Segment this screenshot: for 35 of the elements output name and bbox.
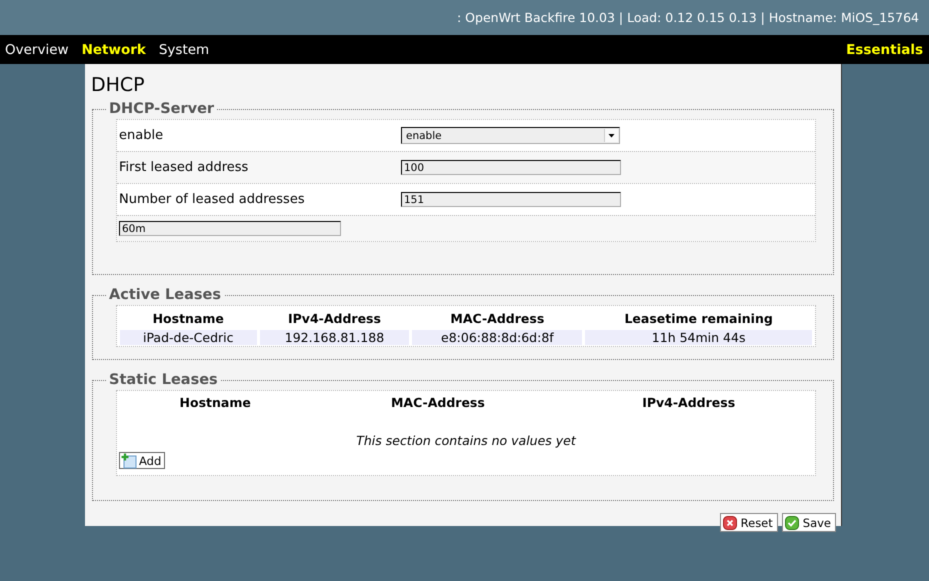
- table-cell: 192.168.81.188: [260, 330, 410, 345]
- mode-link[interactable]: Essentials: [846, 42, 923, 58]
- check-icon: [784, 516, 799, 530]
- section-legend: Static Leases: [106, 372, 221, 388]
- add-icon: [121, 452, 137, 468]
- column-header: Hostname: [152, 310, 225, 328]
- input-field[interactable]: 151: [401, 192, 621, 207]
- reset-button[interactable]: Reset: [720, 513, 778, 532]
- cancel-icon: [722, 516, 737, 530]
- section-legend: DHCP-Server: [106, 101, 218, 117]
- nav-tab[interactable]: Network: [82, 42, 146, 58]
- column-header: MAC-Address: [390, 394, 486, 412]
- nav-tab[interactable]: System: [158, 42, 210, 58]
- table-cell: 11h 54min 44s: [585, 330, 812, 345]
- add-button[interactable]: Add: [119, 452, 166, 469]
- table-cell: e8:06:88:8d:6d:8f: [412, 330, 582, 345]
- column-header: MAC-Address: [449, 310, 546, 328]
- select-field[interactable]: enable: [401, 127, 620, 144]
- column-header: Leasetime remaining: [623, 310, 774, 328]
- input-field[interactable]: 60m: [119, 221, 341, 236]
- field-label: First leased address: [119, 160, 250, 175]
- section-legend: Active Leases: [106, 287, 224, 303]
- status-text: : OpenWrt Backfire 10.03 | Load: 0.12 0.15 0.13 | Hostname: MiOS_15764: [457, 10, 919, 25]
- column-header: Hostname: [178, 394, 252, 412]
- table-cell: iPad-de-Cedric: [120, 330, 257, 345]
- column-header: IPv4-Address: [286, 310, 382, 328]
- column-header: IPv4-Address: [641, 394, 736, 412]
- empty-message: This section contains no values yet: [355, 432, 578, 450]
- save-button[interactable]: Save: [782, 513, 836, 532]
- field-label: Number of leased addresses: [119, 192, 306, 207]
- caret-icon[interactable]: [604, 129, 618, 142]
- input-field[interactable]: 100: [401, 160, 621, 175]
- nav-tab[interactable]: Overview: [5, 42, 69, 58]
- field-label: enable: [119, 128, 164, 143]
- page-title: DHCP: [90, 73, 146, 98]
